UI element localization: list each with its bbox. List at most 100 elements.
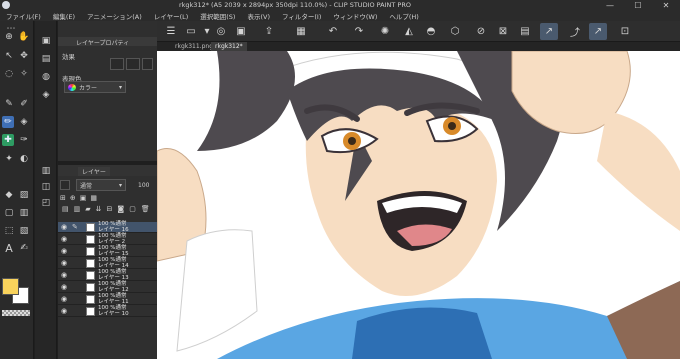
export-icon[interactable]: ⇪ [263, 25, 275, 37]
sub-tool-icon-2[interactable]: ▤ [40, 53, 52, 65]
decoration-tool-icon[interactable]: ✚ [2, 134, 14, 146]
menu-filter[interactable]: フィルター(I) [282, 11, 321, 21]
pencil-tool-icon[interactable]: ✐ [18, 98, 30, 110]
settings-icon[interactable]: ⊡ [619, 25, 631, 37]
gradient-tool-icon[interactable]: ▨ [18, 189, 30, 201]
effect-toggle-2[interactable] [126, 58, 140, 70]
hand-tool-icon[interactable]: ✋ [18, 31, 30, 43]
undo-icon[interactable]: ↶ [327, 25, 339, 37]
menu-view[interactable]: 表示(V) [247, 11, 270, 21]
document-tab-rkgk312[interactable]: rkgk312* [211, 42, 247, 51]
open-file-icon[interactable]: ▾ [201, 25, 213, 37]
bucket-icon[interactable]: ◓ [425, 25, 437, 37]
new-file-icon[interactable]: ▭ [185, 25, 197, 37]
effect-toggle-1[interactable] [110, 58, 124, 70]
eye-icon[interactable]: ◉ [61, 248, 68, 255]
eye-icon[interactable]: ◉ [61, 260, 68, 267]
eraser-tool-icon[interactable]: ◈ [18, 116, 30, 128]
redo-icon[interactable]: ↷ [353, 25, 365, 37]
layer-row[interactable]: ◉ 100 %通常 レイヤー 2 [58, 233, 157, 245]
close-button[interactable]: ✕ [652, 0, 680, 10]
opacity-value[interactable]: 100 [138, 182, 149, 189]
layer-stack-icon[interactable]: ◫ [40, 181, 52, 193]
balloon-tool-icon[interactable]: ▧ [18, 225, 30, 237]
lasso-tool-icon[interactable]: ◌ [3, 68, 15, 80]
layer-property-icon[interactable]: ▥ [40, 165, 52, 177]
new-folder-icon[interactable]: ▰ [85, 205, 90, 215]
airbrush-tool-icon[interactable]: ✑ [18, 134, 30, 146]
menu-animation[interactable]: アニメーション(A) [87, 11, 142, 21]
snap-special-icon[interactable]: ⤴ [569, 25, 581, 39]
figure-tool-icon[interactable]: ▢ [3, 207, 15, 219]
combine-icon[interactable]: ⊟ [107, 205, 113, 215]
menu-file[interactable]: ファイル(F) [6, 11, 41, 21]
new-raster-layer-icon[interactable]: ▤ [62, 205, 69, 215]
blend-mode-select[interactable]: 通常 ▾ [76, 179, 126, 191]
pen-tool-icon[interactable]: ✎ [3, 98, 15, 110]
eye-icon[interactable]: ◉ [61, 272, 68, 279]
effect-toggle-3[interactable] [142, 58, 153, 70]
layer-add-icon[interactable]: ▦ [295, 25, 307, 37]
menu-help[interactable]: ヘルプ(H) [389, 11, 418, 21]
apply-mask-icon[interactable]: ▢ [129, 205, 136, 215]
layer-row[interactable]: ◉ 100 %通常 レイヤー 10 [58, 305, 157, 317]
text-tool-icon[interactable]: A [3, 242, 15, 254]
minimize-button[interactable]: — [596, 0, 624, 10]
correct-line-icon[interactable]: ✍ [18, 242, 30, 254]
eye-icon[interactable]: ◉ [61, 236, 68, 243]
save-icon[interactable]: ▣ [235, 25, 247, 37]
eye-icon[interactable]: ◉ [61, 296, 68, 303]
eye-icon[interactable]: ◉ [61, 308, 68, 315]
layer-row[interactable]: ◉ 100 %通常 レイヤー 12 [58, 281, 157, 293]
menu-window[interactable]: ウィンドウ(W) [333, 11, 377, 21]
layer-row[interactable]: ◉ 100 %通常 レイヤー 11 [58, 293, 157, 305]
invert-selection-icon[interactable]: ⊠ [497, 25, 509, 37]
transparent-color-swatch[interactable] [2, 310, 30, 316]
blend-tool-icon[interactable]: ✦ [3, 153, 15, 165]
snap-to-ruler-icon[interactable]: ↗ [540, 23, 558, 40]
drawing-canvas[interactable] [157, 51, 680, 359]
menu-selection[interactable]: 選択範囲(S) [200, 11, 235, 21]
layer-property-tab[interactable]: レイヤープロパティ [58, 37, 157, 47]
layer-ops-icon[interactable]: ◰ [40, 197, 52, 209]
brush-tool-icon[interactable]: ✏ [2, 116, 14, 128]
layer-row[interactable]: ◉ 100 %通常 レイヤー 15 [58, 245, 157, 257]
eyedropper-icon[interactable]: ◐ [18, 153, 30, 165]
clip-studio-icon[interactable]: ◎ [215, 25, 227, 37]
reference-layer-icon[interactable]: ⊕ [70, 194, 76, 203]
snap-grid-icon[interactable]: ↗ [589, 23, 607, 40]
zoom-tool-icon[interactable]: ⊕ [3, 31, 15, 43]
layer-row[interactable]: ◉ ✎ 100 %通常 レイヤー 16 [58, 221, 157, 233]
eye-icon[interactable]: ◉ [61, 284, 68, 291]
sub-tool-icon-4[interactable]: ◈ [40, 89, 52, 101]
delete-layer-icon[interactable]: 🗑 [141, 205, 150, 215]
transform-icon[interactable]: ⬡ [449, 25, 461, 37]
magic-wand-icon[interactable]: ✧ [18, 68, 30, 80]
layer-color-box[interactable] [60, 180, 70, 190]
clip-layer-icon[interactable]: ⊞ [60, 194, 66, 203]
maximize-button[interactable]: ☐ [624, 0, 652, 10]
merge-down-icon[interactable]: ⇊ [96, 205, 102, 215]
eye-icon[interactable]: ◉ [61, 224, 68, 231]
deselect-icon[interactable]: ⊘ [475, 25, 487, 37]
lock-icon[interactable]: ▣ [80, 194, 87, 203]
layer-row[interactable]: ◉ 100 %通常 レイヤー 14 [58, 257, 157, 269]
menu-layer[interactable]: レイヤー(L) [154, 11, 189, 21]
loading-icon[interactable]: ✺ [379, 25, 391, 37]
sub-tool-icon-3[interactable]: ◍ [40, 71, 52, 83]
operation-tool-icon[interactable]: ↖ [3, 50, 15, 62]
lock-alpha-icon[interactable]: ▦ [90, 194, 97, 203]
expression-color-select[interactable]: カラー ▾ [64, 81, 126, 93]
fill-icon[interactable]: ◭ [403, 25, 415, 37]
menu-icon[interactable]: ☰ [165, 25, 177, 37]
frame-tool-icon[interactable]: ▥ [18, 207, 30, 219]
sub-tool-icon-1[interactable]: ▣ [40, 35, 52, 47]
move-layer-icon[interactable]: ✥ [18, 50, 30, 62]
new-vector-layer-icon[interactable]: ▥ [74, 205, 81, 215]
layer-tab[interactable]: レイヤー [78, 167, 110, 176]
main-color-swatch[interactable] [2, 278, 19, 295]
clear-icon[interactable]: ▤ [519, 25, 531, 37]
fill-tool-icon[interactable]: ◆ [3, 189, 15, 201]
layer-row[interactable]: ◉ 100 %通常 レイヤー 13 [58, 269, 157, 281]
mask-icon[interactable]: ◙ [117, 205, 124, 215]
